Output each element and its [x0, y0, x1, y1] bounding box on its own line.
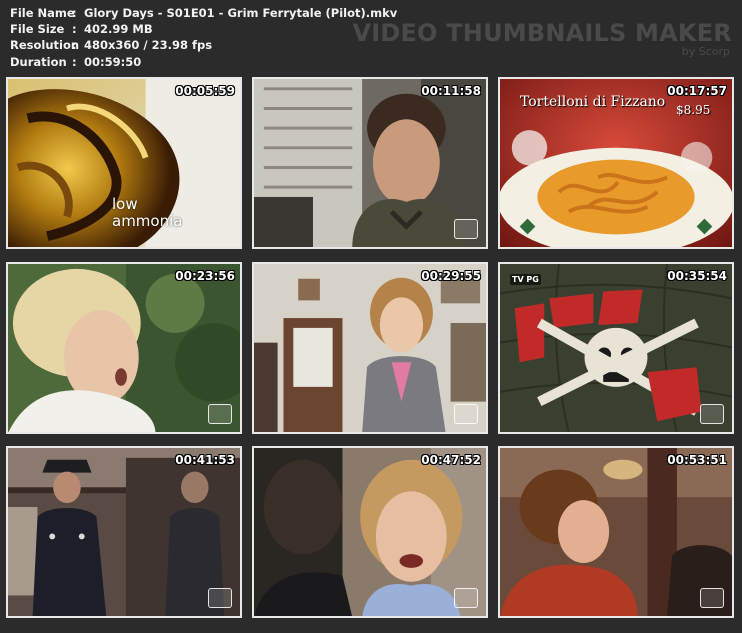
brand-byline: by Scorp [681, 45, 730, 58]
thumbnail-image [500, 448, 732, 616]
info-key: Resolution [10, 38, 80, 53]
thumbnail-image [8, 264, 240, 432]
thumbnail-8[interactable]: 00:47:52 [252, 446, 488, 618]
thumbnail-6[interactable]: TV PG 00:35:54 [498, 262, 734, 434]
thumbnail-image [254, 79, 486, 247]
thumbnail-9[interactable]: 00:53:51 [498, 446, 734, 618]
timestamp: 00:05:59 [175, 84, 235, 98]
resolution-row: Resolution : 480x360 / 23.98 fps [10, 37, 397, 53]
file-name-row: File Name : Glory Days - S01E01 - Grim F… [10, 5, 397, 21]
info-separator: : [72, 6, 77, 20]
thumbnail-7[interactable]: 00:41:53 [6, 446, 242, 618]
timestamp: 00:47:52 [421, 453, 481, 467]
network-logo [208, 404, 232, 424]
thumbnail-sheet: File Name : Glory Days - S01E01 - Grim F… [0, 0, 742, 633]
thumbnail-1[interactable]: low ammonia 00:05:59 [6, 77, 242, 249]
info-separator: : [72, 38, 77, 53]
thumbnail-image [8, 448, 240, 616]
network-logo [454, 219, 478, 239]
info-separator: : [72, 22, 77, 37]
resolution-value: 480x360 / 23.98 fps [84, 38, 213, 53]
duration-value: 00:59:50 [84, 54, 142, 69]
timestamp: 00:41:53 [175, 453, 235, 467]
thumbnail-3[interactable]: Tortelloni di Fizzano $8.95 00:17:57 [498, 77, 734, 249]
network-logo [454, 588, 478, 608]
thumbnail-4[interactable]: 00:23:56 [6, 262, 242, 434]
thumbnail-image [254, 448, 486, 616]
network-logo [700, 588, 724, 608]
file-size-row: File Size : 402.99 MB [10, 21, 397, 37]
brand-title: VIDEO THUMBNAILS MAKER [352, 19, 732, 47]
network-logo [208, 588, 232, 608]
file-size-value: 402.99 MB [84, 22, 153, 37]
info-key: Duration [10, 54, 67, 69]
timestamp: 00:23:56 [175, 269, 235, 283]
timestamp: 00:29:55 [421, 269, 481, 283]
file-info-panel: File Name : Glory Days - S01E01 - Grim F… [10, 5, 397, 70]
network-logo [454, 404, 478, 424]
thumbnail-image [500, 264, 732, 432]
thumbnail-image [254, 264, 486, 432]
timestamp: 00:35:54 [667, 269, 727, 283]
thumbnail-5[interactable]: 00:29:55 [252, 262, 488, 434]
info-separator: : [72, 54, 77, 69]
price-caption: $8.95 [676, 103, 711, 117]
menu-item-caption: Tortelloni di Fizzano [520, 94, 666, 110]
network-logo [700, 404, 724, 424]
timestamp: 00:53:51 [667, 453, 727, 467]
duration-row: Duration : 00:59:50 [10, 54, 397, 70]
tv-rating-badge: TV PG [510, 274, 541, 285]
watermark-brand: VIDEO THUMBNAILS MAKER by Scorp [352, 20, 732, 58]
info-key: File Name [10, 6, 75, 20]
timestamp: 00:11:58 [421, 84, 481, 98]
info-key: File Size [10, 22, 65, 37]
thumbnail-2[interactable]: 00:11:58 [252, 77, 488, 249]
timestamp: 00:17:57 [667, 84, 727, 98]
file-name-value: Glory Days - S01E01 - Grim Ferrytale (Pi… [84, 6, 398, 20]
ad-caption: low ammonia [112, 195, 183, 230]
